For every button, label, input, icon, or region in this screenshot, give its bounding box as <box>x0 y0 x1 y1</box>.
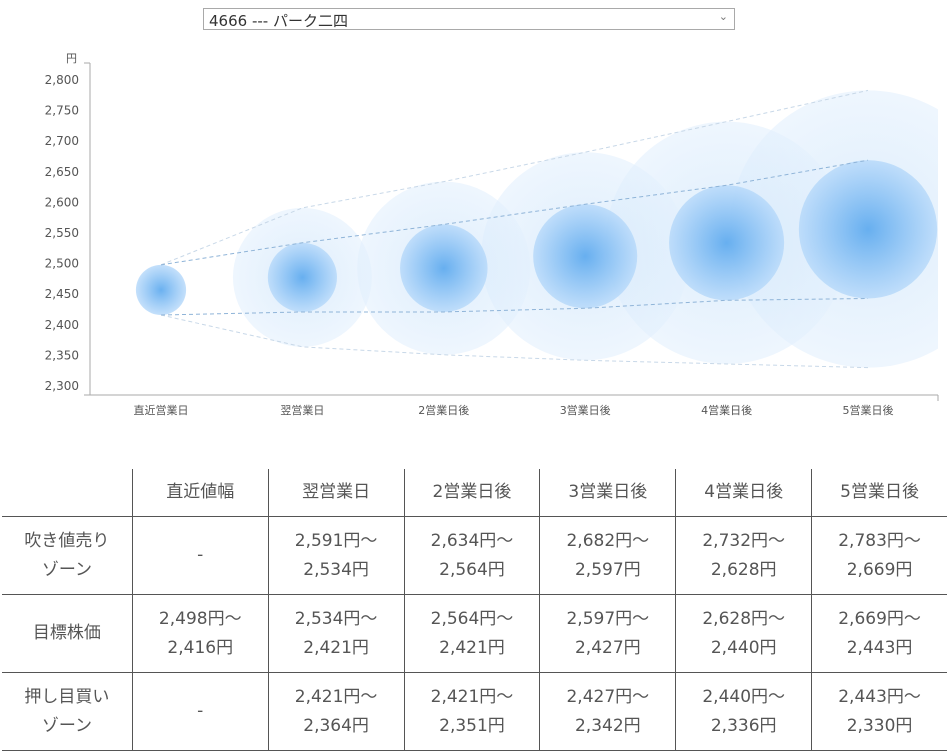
price-text: 2,440円～ <box>702 686 786 707</box>
y-tick-label: 2,600 <box>45 195 79 209</box>
price-cell: 2,628円～ 2,440円 <box>675 594 813 673</box>
price-cell: 2,421円～ 2,364円 <box>267 672 405 751</box>
x-tick-label: 5営業日後 <box>843 403 894 417</box>
column-header: 4営業日後 <box>675 469 813 517</box>
price-text: 2,591円～ <box>294 530 378 551</box>
price-text: 2,597円 <box>574 559 641 580</box>
price-cell: 2,443円～ 2,330円 <box>811 672 947 751</box>
y-tick-label: 2,400 <box>45 318 79 332</box>
price-text: 2,351円 <box>439 715 505 736</box>
y-tick-label: 2,300 <box>45 379 79 393</box>
price-cell: 2,682円～ 2,597円 <box>539 516 677 595</box>
x-tick-label: 翌営業日 <box>280 403 324 417</box>
price-cell: 2,421円～ 2,351円 <box>403 672 541 751</box>
price-text: 2,669円 <box>846 559 913 580</box>
forecast-chart: 円 2,300 2,350 2,400 2,450 2,500 2,550 2,600 2,65… <box>45 52 939 417</box>
price-text: 2,421円～ <box>430 686 514 707</box>
price-text: 2,732円～ <box>702 530 786 551</box>
row-label-line: ゾーン <box>41 715 92 736</box>
price-text: 2,336円 <box>710 715 777 736</box>
price-text: 2,634円～ <box>430 530 514 551</box>
row-label: 目標株価 <box>2 594 133 673</box>
price-text: - <box>197 545 204 565</box>
x-tick-label: 3営業日後 <box>560 403 611 417</box>
price-text: 2,534円～ <box>294 608 378 629</box>
column-header: 直近値幅 <box>131 469 269 517</box>
price-text: 2,427円～ <box>566 686 650 707</box>
price-text: 2,330円 <box>846 715 913 736</box>
target-bubble <box>267 242 337 312</box>
price-cell: 2,440円～ 2,336円 <box>675 672 813 751</box>
y-tick-label: 2,800 <box>45 73 79 87</box>
price-text: 2,534円 <box>303 559 369 580</box>
column-header: 3営業日後 <box>539 469 677 517</box>
price-text: 2,342円 <box>574 715 641 736</box>
price-text: 2,440円 <box>710 637 777 658</box>
price-text: 2,628円～ <box>702 608 786 629</box>
price-text: 2,597円～ <box>566 608 650 629</box>
stock-select-value: 4666 --- パーク二四 <box>209 12 348 30</box>
price-cell: 2,427円～ 2,342円 <box>539 672 677 751</box>
price-cell: 2,564円～ 2,421円 <box>403 594 541 673</box>
y-tick-label: 2,450 <box>45 287 79 301</box>
target-bubble <box>533 204 638 309</box>
price-cell: 2,534円～ 2,421円 <box>267 594 405 673</box>
y-tick-label: 2,550 <box>45 226 79 240</box>
price-text: 2,498円～ <box>158 608 242 629</box>
price-cell: 2,669円～ 2,443円 <box>811 594 947 673</box>
y-tick-label: 2,350 <box>45 348 79 362</box>
table-row: 吹き値売りゾーン - 2,591円～ 2,534円 2,634円～ 2,564円 2,682… <box>2 516 947 595</box>
x-tick-label: 4営業日後 <box>701 403 752 417</box>
price-text: 2,564円 <box>439 559 505 580</box>
row-label-line: 押し目買い <box>24 686 110 707</box>
y-tick-label: 2,750 <box>45 104 79 118</box>
price-text: 2,669円～ <box>838 608 921 629</box>
price-text: 2,421円 <box>439 637 505 658</box>
price-cell: 2,732円～ 2,628円 <box>675 516 813 595</box>
x-tick-label: 2営業日後 <box>418 403 469 417</box>
price-text: 2,421円 <box>303 637 369 658</box>
price-text: - <box>197 701 204 721</box>
row-label-line: 吹き値売り <box>24 530 110 551</box>
price-text: 2,427円 <box>574 637 641 658</box>
target-bubble <box>135 264 187 316</box>
stock-select[interactable]: 4666 --- パーク二四 ⌄ <box>203 8 735 30</box>
table-row: 押し目買いゾーン - 2,421円～ 2,364円 2,421円～ 2,351円 2,427… <box>2 672 947 751</box>
chevron-down-icon: ⌄ <box>718 10 728 23</box>
y-tick-label: 2,650 <box>45 165 79 179</box>
row-label-line: ゾーン <box>41 559 92 580</box>
column-header <box>2 469 133 517</box>
price-cell: 2,783円～ 2,669円 <box>811 516 947 595</box>
price-text: 2,564円～ <box>430 608 514 629</box>
price-text: 2,783円～ <box>838 530 921 551</box>
price-text: 2,682円～ <box>566 530 650 551</box>
price-text: 2,416円 <box>167 637 234 658</box>
price-cell: 2,591円～ 2,534円 <box>267 516 405 595</box>
forecast-table: 直近値幅 翌営業日 2営業日後 3営業日後 4営業日後 5営業日後吹き値売りゾーン - 2,5… <box>2 469 947 751</box>
column-header: 5営業日後 <box>811 469 947 517</box>
price-cell: 2,498円～ 2,416円 <box>131 594 269 673</box>
price-text: 2,364円 <box>303 715 369 736</box>
row-label: 押し目買い ゾーン <box>2 672 133 751</box>
x-tick-label: 直近営業日 <box>134 403 189 417</box>
column-header: 翌営業日 <box>267 469 405 517</box>
price-cell: - <box>131 672 269 751</box>
price-text: 2,443円 <box>846 637 913 658</box>
row-label: 吹き値売り ゾーン <box>2 516 133 595</box>
price-cell: - <box>131 516 269 595</box>
row-label-line: 目標株価 <box>32 623 101 643</box>
y-axis-label: 円 <box>66 52 77 65</box>
target-bubble <box>669 185 785 301</box>
price-text: 2,628円 <box>710 559 777 580</box>
column-header: 2営業日後 <box>403 469 541 517</box>
y-tick-label: 2,700 <box>45 134 79 148</box>
target-bubble <box>798 160 938 299</box>
price-text: 2,421円～ <box>294 686 378 707</box>
table-row: 目標株価 2,498円～ 2,416円 2,534円～ 2,421円 2,564円～ 2,4… <box>2 594 947 673</box>
price-text: 2,443円～ <box>838 686 921 707</box>
price-cell: 2,634円～ 2,564円 <box>403 516 541 595</box>
target-bubble <box>400 224 488 312</box>
y-tick-label: 2,500 <box>45 257 79 271</box>
price-cell: 2,597円～ 2,427円 <box>539 594 677 673</box>
